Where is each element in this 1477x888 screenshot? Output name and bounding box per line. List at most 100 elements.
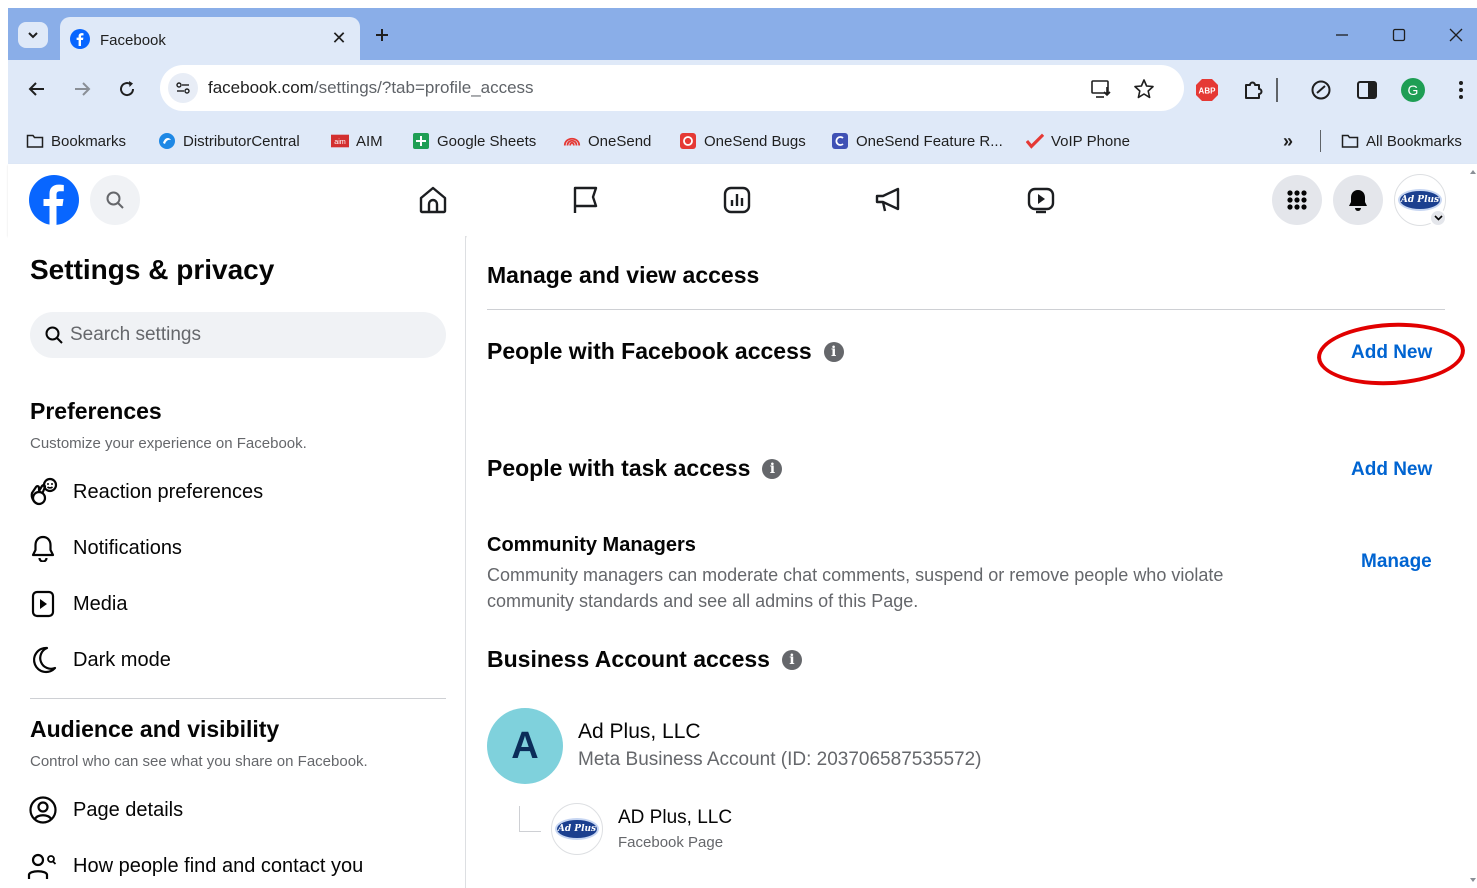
bookmark-label: AIM [356, 132, 383, 150]
menu-button[interactable] [1272, 175, 1322, 225]
page-scrollbar[interactable] [1470, 168, 1477, 888]
sidebar-item-label: Media [73, 592, 128, 615]
sidebar-item-dark-mode[interactable]: Dark mode [26, 635, 446, 685]
video-nav-button[interactable] [1021, 180, 1061, 220]
tab-facebook[interactable]: Facebook ✕ [60, 17, 360, 60]
flag-icon [573, 186, 598, 213]
minimize-button[interactable] [1328, 22, 1356, 48]
sidebar-item-label: Page details [73, 798, 184, 821]
task-access-label: People with task access [487, 455, 751, 481]
bookmark-label: DistributorCentral [183, 132, 300, 150]
settings-search[interactable] [30, 312, 446, 358]
tab-close-icon[interactable]: ✕ [328, 27, 350, 49]
bookmark-aim[interactable]: aim AIM [331, 128, 383, 154]
url-host: facebook.com [208, 78, 314, 97]
bell-icon [26, 531, 60, 565]
info-icon[interactable]: i [823, 341, 844, 362]
bookmark-onesend-bugs[interactable]: OneSend Bugs [679, 128, 806, 154]
tab-search-button[interactable] [18, 22, 48, 48]
adblock-extension-icon[interactable]: ABP [1194, 77, 1220, 103]
business-account-name[interactable]: Ad Plus, LLC [578, 720, 701, 744]
forward-button[interactable] [68, 75, 96, 103]
insights-nav-button[interactable] [717, 180, 757, 220]
business-access-label: Business Account access [487, 646, 770, 672]
maximize-button[interactable] [1385, 22, 1413, 48]
info-icon[interactable]: i [762, 458, 783, 479]
new-tab-button[interactable] [370, 23, 394, 47]
side-panel-icon[interactable] [1354, 77, 1380, 103]
browser-menu-icon[interactable] [1448, 77, 1474, 103]
account-avatar-button[interactable]: Ad Plus [1394, 174, 1447, 227]
bell-icon [1349, 190, 1367, 211]
scroll-down-arrow[interactable] [1470, 878, 1476, 882]
page-type: Facebook Page [618, 834, 724, 851]
sidebar-item-reaction-preferences[interactable]: Reaction preferences [26, 467, 446, 517]
bookmark-label: OneSend Bugs [704, 132, 806, 150]
browser-chrome: Facebook ✕ facebook.com/settings/?tab=pr… [8, 8, 1477, 164]
home-icon [419, 186, 447, 214]
ad-plus-logo: Ad Plus [555, 818, 599, 840]
bookmark-label: OneSend [588, 132, 652, 150]
bookmark-label: Bookmarks [51, 132, 127, 150]
find-people-icon [26, 849, 60, 883]
search-icon [106, 191, 124, 209]
overflow-label: » [1283, 130, 1294, 151]
onesend-icon [563, 132, 581, 150]
folder-icon [1341, 132, 1359, 150]
sidebar-item-find-and-contact[interactable]: How people find and contact you [26, 841, 446, 888]
ads-nav-button[interactable] [869, 180, 909, 220]
sidebar-item-notifications[interactable]: Notifications [26, 523, 446, 573]
extensions-puzzle-icon[interactable] [1240, 77, 1266, 103]
sidebar-item-page-details[interactable]: Page details [26, 785, 446, 835]
megaphone-icon [875, 187, 900, 212]
reload-button[interactable] [113, 75, 141, 103]
facebook-favicon-icon [70, 29, 90, 49]
page-name[interactable]: AD Plus, LLC [618, 807, 732, 829]
bookmark-onesend-feature[interactable]: OneSend Feature R... [831, 128, 1003, 154]
community-managers-description: Community managers can moderate chat com… [487, 565, 1224, 611]
bookmark-voip-phone[interactable]: VoIP Phone [1026, 128, 1130, 154]
reload-icon [120, 81, 135, 97]
onesend-feature-icon [831, 132, 849, 150]
site-info-icon[interactable] [168, 73, 198, 103]
voip-phone-icon [1026, 132, 1044, 150]
install-app-icon[interactable] [1090, 77, 1114, 101]
media-icon [26, 587, 60, 621]
video-icon [1027, 187, 1055, 214]
url-text: facebook.com/settings/?tab=profile_acces… [208, 78, 534, 98]
bookmark-label: VoIP Phone [1051, 132, 1130, 150]
info-icon[interactable]: i [781, 649, 802, 670]
sidebar-item-media[interactable]: Media [26, 579, 446, 629]
scroll-up-arrow[interactable] [1470, 170, 1476, 174]
search-input[interactable] [70, 312, 430, 358]
tree-connector [519, 806, 541, 832]
sidebar-item-label: Dark mode [73, 648, 171, 671]
bookmark-google-sheets[interactable]: Google Sheets [412, 128, 536, 154]
bookmark-bookmarks[interactable]: Bookmarks [26, 128, 126, 154]
home-nav-button[interactable] [413, 180, 453, 220]
facebook-search-button[interactable] [90, 175, 140, 225]
bookmark-distributorcentral[interactable]: DistributorCentral [158, 128, 300, 154]
notifications-button[interactable] [1333, 175, 1383, 225]
maximize-icon [1392, 28, 1406, 42]
facebook-logo-icon[interactable] [29, 175, 79, 225]
all-bookmarks-button[interactable]: All Bookmarks [1341, 128, 1462, 154]
speedometer-extension-icon[interactable] [1308, 77, 1334, 103]
preferences-subtitle: Customize your experience on Facebook. [30, 435, 307, 452]
pages-nav-button[interactable] [565, 180, 605, 220]
bookmarks-overflow-button[interactable]: » [1283, 128, 1293, 154]
bookmark-label: OneSend Feature R... [856, 132, 1003, 150]
chevron-down-icon [28, 32, 38, 39]
add-new-facebook-access-button[interactable]: Add New [1351, 342, 1432, 364]
back-button[interactable] [23, 75, 51, 103]
add-new-task-access-button[interactable]: Add New [1351, 459, 1432, 481]
address-bar[interactable]: facebook.com/settings/?tab=profile_acces… [160, 65, 1184, 111]
facebook-header: Ad Plus [8, 164, 1477, 236]
bookmark-star-icon[interactable] [1132, 77, 1156, 101]
manage-community-managers-button[interactable]: Manage [1361, 551, 1432, 573]
close-window-button[interactable] [1442, 22, 1470, 48]
community-managers-title: Community Managers [487, 534, 696, 556]
bookmark-onesend[interactable]: OneSend [563, 128, 651, 154]
reaction-preferences-icon [26, 475, 60, 509]
profile-avatar-icon[interactable]: G [1400, 77, 1426, 103]
